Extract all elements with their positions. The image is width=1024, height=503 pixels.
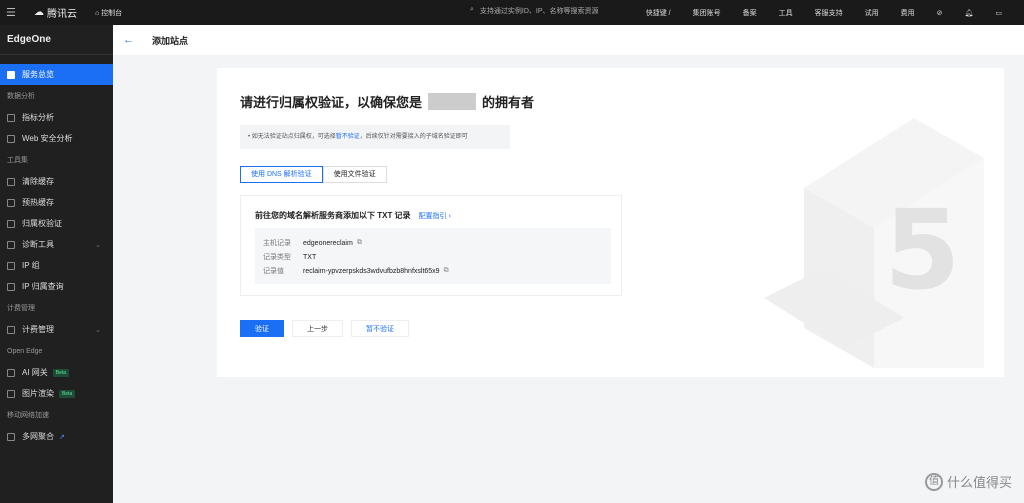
tab-dns-verify[interactable]: 使用 DNS 解析验证 (240, 166, 323, 183)
brand-logo[interactable]: ☁ 腾讯云 (34, 5, 77, 20)
tab-file-verify[interactable]: 使用文件验证 (322, 166, 387, 183)
copy-icon[interactable]: ⧉ (444, 267, 449, 275)
window-icon[interactable]: ▭ (995, 9, 1002, 17)
menu-icon[interactable]: ☰ (6, 6, 18, 19)
sidebar-item[interactable]: Web 安全分析 (0, 128, 113, 149)
sidebar: EdgeOne 服务总览 数据分析指标分析 Web 安全分析工具集清除缓存 预热缓存… (0, 25, 113, 503)
menu-item-icon (7, 240, 15, 249)
search-input[interactable]: ⌕ 支持通过实例ID、IP、名称等搜索资源 (470, 6, 599, 16)
nav-group-account[interactable]: 集团账号 (693, 8, 721, 18)
record-table: 主机记录 edgeonereclaim ⧉ 记录类型 TXT 记录值 reclaim-y… (255, 228, 611, 284)
nav-trial[interactable]: 试用 (865, 8, 879, 18)
menu-item-icon (7, 113, 15, 122)
cloud-icon: ☁ (34, 7, 44, 18)
nav-filing[interactable]: 备案 (743, 8, 757, 18)
nav-support[interactable]: 客服支持 (815, 8, 843, 18)
sidebar-item[interactable]: 计费管理 ⌄ (0, 319, 113, 340)
grid-icon (7, 70, 15, 79)
compass-icon[interactable]: ⊘ (937, 9, 943, 17)
menu-item-icon (7, 282, 15, 291)
product-title: EdgeOne (0, 25, 113, 55)
redacted-domain (428, 93, 477, 110)
page-header: ← 添加站点 (113, 25, 1024, 55)
config-guide-link[interactable]: 配置指引 › (419, 213, 451, 220)
previous-step-button[interactable]: 上一步 (292, 320, 343, 337)
chevron-down-icon[interactable]: ⌄ (95, 241, 101, 249)
sidebar-group-label: Open Edge (7, 348, 43, 355)
sidebar-item[interactable]: 归属权验证 (0, 213, 113, 234)
skip-verify-button[interactable]: 暂不验证 (351, 320, 409, 337)
verify-button[interactable]: 验证 (240, 320, 284, 337)
menu-item-icon (7, 325, 15, 334)
sidebar-group-label: 工具集 (7, 157, 28, 164)
menu-item-icon (7, 432, 15, 441)
sidebar-item[interactable]: IP 归属查询 (0, 276, 113, 297)
sidebar-item[interactable]: 指标分析 (0, 107, 113, 128)
top-bar: ☰ ☁ 腾讯云 ⌂ 控制台 ⌕ 支持通过实例ID、IP、名称等搜索资源 快捷键 / … (0, 0, 1024, 25)
nav-tools[interactable]: 工具 (779, 8, 793, 18)
watermark: 值什么值得买 (924, 472, 1012, 491)
menu-item-icon (7, 368, 15, 377)
menu-item-icon (7, 389, 15, 398)
chevron-down-icon[interactable]: ⌄ (95, 326, 101, 334)
record-row-type: 记录类型 TXT (263, 253, 317, 262)
sidebar-group-label: 数据分析 (7, 93, 35, 100)
tip-box: • 如无法验证站点归属权，可选择暂不验证，后续仅针对需要接入的子域名验证即可 (240, 125, 510, 149)
back-arrow-icon[interactable]: ← (123, 34, 134, 46)
copy-icon[interactable]: ⧉ (357, 239, 362, 247)
menu-item-icon (7, 219, 15, 228)
sidebar-item-overview[interactable]: 服务总览 (0, 64, 113, 85)
record-title: 前往您的域名解析服务商添加以下 TXT 记录 (255, 211, 411, 220)
page-title: 添加站点 (152, 35, 189, 46)
menu-item-icon (7, 198, 15, 207)
sidebar-item[interactable]: 清除缓存 (0, 171, 113, 192)
menu-item-icon (7, 261, 15, 270)
svg-text:5: 5 (884, 186, 961, 314)
beta-badge: Beta (59, 389, 76, 398)
external-link-icon: ↗ (59, 433, 65, 441)
nav-billing[interactable]: 费用 (901, 8, 915, 18)
decorative-illustration: 5 (764, 118, 984, 368)
menu-item-icon (7, 134, 15, 143)
sidebar-item[interactable]: 图片渲染 Beta (0, 383, 113, 404)
beta-badge: Beta (52, 368, 70, 377)
sidebar-item[interactable]: IP 组 (0, 255, 113, 276)
sidebar-item[interactable]: 多网聚合 ↗ (0, 426, 113, 447)
menu-item-icon (7, 177, 15, 186)
shortcut-hint: 快捷键 / (645, 9, 671, 17)
sidebar-group-label: 移动网络加速 (7, 412, 49, 419)
sidebar-item[interactable]: 预热缓存 (0, 192, 113, 213)
sidebar-item[interactable]: 诊断工具 ⌄ (0, 234, 113, 255)
record-row-host: 主机记录 edgeonereclaim ⧉ (263, 239, 362, 247)
txt-record-panel: 前往您的域名解析服务商添加以下 TXT 记录 配置指引 › 主机记录 edgeone… (240, 195, 622, 296)
watermark-logo-icon: 值 (924, 472, 943, 491)
console-link[interactable]: ⌂ 控制台 (95, 8, 122, 18)
verification-card: 5 请进行归属权验证，以确保您是 的拥有者 • 如无法验证站点归属权，可选择暂不验… (217, 68, 1004, 377)
sidebar-item[interactable]: AI 网关 Beta (0, 362, 113, 383)
search-icon: ⌕ (470, 6, 474, 13)
record-row-value: 记录值 reclaim-ypvzerpskds3wdvufbzb8hnfxslt6… (263, 267, 449, 275)
bell-icon[interactable]: 🔔︎ (964, 9, 973, 17)
sidebar-group-label: 计费管理 (7, 305, 35, 312)
skip-verify-link[interactable]: 暂不验证 (336, 134, 360, 140)
verification-heading: 请进行归属权验证，以确保您是 的拥有者 (240, 93, 535, 110)
